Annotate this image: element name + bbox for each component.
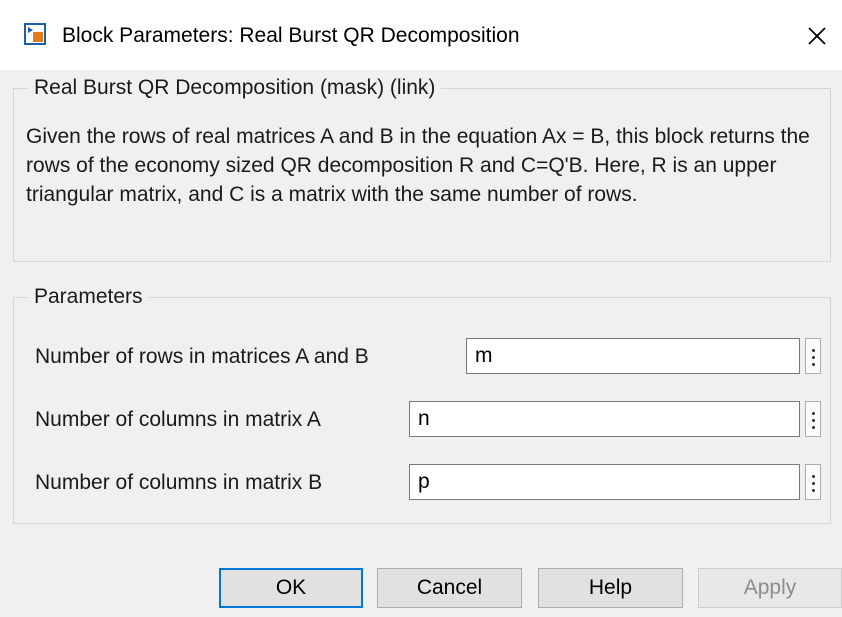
cols-a-options-button[interactable] [805, 401, 821, 437]
simulink-block-icon [24, 23, 46, 45]
ok-button[interactable]: OK [219, 568, 363, 608]
close-icon[interactable] [802, 21, 832, 51]
cols-b-field[interactable] [409, 464, 800, 500]
parameters-group-title: Parameters [28, 284, 149, 310]
cols-b-options-button[interactable] [805, 464, 821, 500]
mask-description: Given the rows of real matrices A and B … [26, 125, 810, 206]
cancel-button[interactable]: Cancel [377, 568, 522, 608]
apply-button[interactable]: Apply [698, 568, 842, 608]
help-button[interactable]: Help [538, 568, 683, 608]
title-bar: Block Parameters: Real Burst QR Decompos… [0, 0, 842, 70]
rows-a-b-options-button[interactable] [805, 338, 821, 374]
cols-b-label: Number of columns in matrix B [35, 471, 323, 494]
cols-a-label: Number of columns in matrix A [35, 408, 321, 431]
rows-a-b-field[interactable] [466, 338, 800, 374]
cols-a-field[interactable] [409, 401, 800, 437]
mask-group-title: Real Burst QR Decomposition (mask) (link… [28, 75, 442, 101]
window-title: Block Parameters: Real Burst QR Decompos… [62, 24, 520, 47]
rows-a-b-label: Number of rows in matrices A and B [35, 345, 369, 368]
